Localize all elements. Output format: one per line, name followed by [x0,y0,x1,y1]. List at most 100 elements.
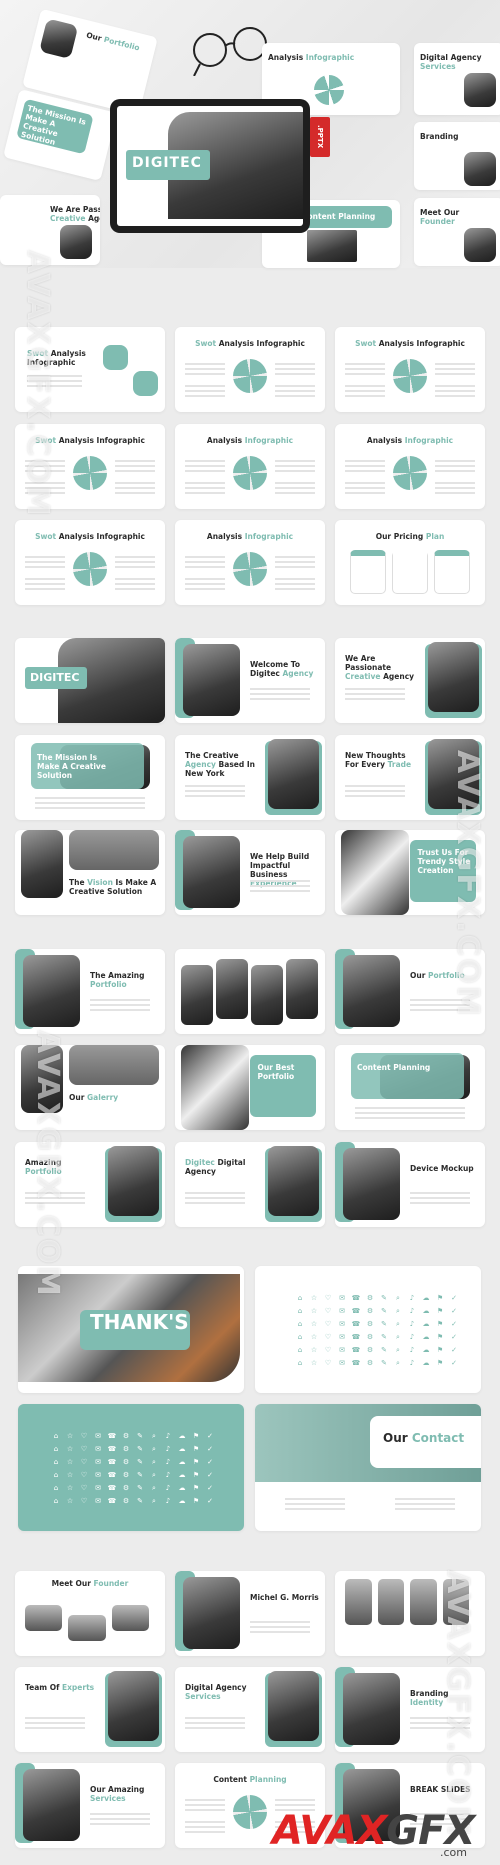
slide-thumbnail[interactable]: ⌂ ☆ ♡ ✉ ☎ ⚙ ✎ ⌕ ♪ ☁ ⚑ ✓ ⌂ ☆ ♡ ✉ ☎ ⚙ ✎ ⌕ ♪ ☁ ⚑ ✓ ⌂ ☆ ♡ ✉ ☎ ⚙ ✎ ⌕ ♪ ☁ ⚑ ✓ ⌂ ☆ ♡ ✉… [255,1266,481,1393]
icon-glyph-icon: ⚑ [436,1320,444,1328]
slide-thumbnail[interactable]: ⌂ ☆ ♡ ✉ ☎ ⚙ ✎ ⌕ ♪ ☁ ⚑ ✓ ⌂ ☆ ♡ ✉ ☎ ⚙ ✎ ⌕ ♪ ☁ ⚑ ✓ ⌂ ☆ ♡ ✉ ☎ ⚙ ✎ ⌕ ♪ ☁ ⚑ ✓ ⌂ ☆ ♡ ✉… [18,1404,244,1531]
icon-glyph-icon: ✎ [381,1359,387,1367]
slide-photo [464,152,496,186]
slide-photo [341,830,409,915]
slide-thumbnail[interactable]: Swot Analysis Infographic [175,327,325,412]
slide-thumbnail[interactable]: Welcome To Digitec Agency [175,638,325,723]
slide-photo [23,1769,80,1841]
title-part: We Help Build Impactful Business [250,852,310,879]
text-placeholder [250,880,310,894]
icon-glyph-icon: ⌂ [53,1445,59,1453]
icon-glyph-icon: ✓ [207,1458,213,1466]
icon-glyph-icon: ⚙ [122,1432,130,1440]
text-placeholder [90,999,150,1013]
slide-thumbnail[interactable]: Analysis Infographic [335,424,485,509]
slide-thumbnail[interactable]: Digital Agency Services [175,1667,325,1752]
slide-thumbnail[interactable]: Meet Our Founder [15,1571,165,1656]
slide-title: Our Contact [383,1431,465,1445]
icon-glyph-icon: ✉ [339,1320,345,1328]
icon-glyph-icon: ♡ [324,1294,332,1302]
title-part: Trade [387,760,412,769]
slide-thumbnail[interactable]: We Are Passionate Creative Agency [335,638,485,723]
slide-title: Swot Analysis Infographic [175,339,325,348]
slide-thumbnail[interactable]: The Mission Is Make A Creative Solution [15,735,165,820]
slide-title: THANK'S [90,1312,189,1332]
slide-thumbnail[interactable]: We Help Build Impactful Business Experie… [175,830,325,915]
icon-glyph-icon: ♪ [165,1471,171,1479]
title-part: Portfolio [102,34,141,53]
icon-glyph-icon: ☁ [178,1497,186,1505]
slide-thumbnail[interactable]: Analysis Infographic [175,424,325,509]
title-part: Services [90,1794,126,1803]
icon-glyph-icon: ♡ [80,1497,88,1505]
infographic-ring [233,359,267,393]
hero-side-slide: Meet Our Founder [414,198,500,266]
slide-thumbnail[interactable]: Our Pricing Plan [335,520,485,605]
slide-photo [183,836,240,908]
icon-glyph-icon: ⌂ [297,1346,303,1354]
slide-photo [39,18,79,60]
title-part: Device Mockup [410,1164,474,1173]
slide-title: Digitec Digital Agency [185,1158,260,1176]
title-part: Our Best Portfolio [257,1063,295,1081]
slide-thumbnail[interactable]: The Vision Is Make A Creative Solution [15,830,165,915]
icon-glyph-icon: ♡ [324,1359,332,1367]
slide-thumbnail[interactable]: Our Best Portfolio [175,1045,325,1130]
slide-thumbnail[interactable]: Device Mockup [335,1142,485,1227]
icon-glyph-icon: ✎ [381,1346,387,1354]
slide-thumbnail[interactable] [175,949,325,1034]
title-part: Content Planning [302,212,376,221]
title-part: Our [69,1093,88,1102]
title-part: Vision [87,878,116,887]
slide-title: Our Galerry [69,1093,159,1102]
icon-glyph-icon: ♪ [409,1359,415,1367]
icon-glyph-icon: ☎ [107,1471,117,1479]
slide-thumbnail[interactable]: Team Of Experts [15,1667,165,1752]
icon-glyph-icon: ☁ [178,1484,186,1492]
icon-grid: ⌂ ☆ ♡ ✉ ☎ ⚙ ✎ ⌕ ♪ ☁ ⚑ ✓ ⌂ ☆ ♡ ✉ ☎ ⚙ ✎ ⌕ ♪ ☁ ⚑ ✓ ⌂ ☆ ♡ ✉ ☎ ⚙ ✎ ⌕ ♪ ☁ ⚑ ✓ ⌂ ☆ ♡ ✉… [295,1294,459,1368]
title-part: Founder [420,217,455,226]
slide-photo [268,739,319,809]
text-placeholder [345,482,385,496]
icon-glyph-icon: ✓ [207,1432,213,1440]
slide-title: Analysis Infographic [268,53,386,62]
slide-thumbnail[interactable]: Michel G. Morris [175,1571,325,1656]
icon-glyph-icon: ✓ [207,1497,213,1505]
title-part: Branding [420,132,459,141]
icon-glyph-icon: ⌂ [297,1359,303,1367]
icon-glyph-icon: ✓ [451,1333,457,1341]
hero-side-slide: Branding [414,122,500,190]
slide-title: The Vision Is Make A Creative Solution [69,878,159,896]
icon-glyph-icon: ✓ [451,1294,457,1302]
slide-thumbnail[interactable]: Analysis Infographic [175,520,325,605]
icon-glyph-icon: ✉ [339,1346,345,1354]
icon-glyph-icon: ☆ [66,1471,74,1479]
icon-glyph-icon: ⚙ [366,1346,374,1354]
icon-glyph-icon: ⌂ [53,1484,59,1492]
slide-thumbnail[interactable]: Our Contact [255,1404,481,1531]
title-part: Our [410,971,429,980]
slide-thumbnail[interactable]: The Amazing Portfolio [15,949,165,1034]
icon-glyph-icon: ⌕ [152,1458,156,1466]
slide-thumbnail[interactable]: The Creative Agency Based In New York [175,735,325,820]
slide-thumbnail[interactable]: Swot Analysis Infographic [335,327,485,412]
slide-title: Device Mockup [410,1164,482,1173]
icon-glyph-icon: ⚑ [192,1497,200,1505]
icon-glyph-icon: ⌕ [396,1320,400,1328]
slide-thumbnail[interactable]: Swot Analysis Infographic [15,520,165,605]
slide-photo [343,1148,400,1220]
title-part: Contact [411,1431,465,1445]
icon-glyph-icon: ✓ [207,1445,213,1453]
icon-glyph-icon: ✎ [137,1445,143,1453]
title-part: Our Pricing [375,532,426,541]
slide-thumbnail[interactable]: Our Amazing Services [15,1763,165,1848]
slide-thumbnail[interactable]: Digitec Digital Agency [175,1142,325,1227]
watermark-text: AVAXGFX.COM [20,250,55,518]
slide-photo [183,644,240,716]
slide-photo [343,1673,400,1745]
text-placeholder [275,482,315,496]
slide-thumbnail[interactable]: Content Planning [335,1045,485,1130]
text-placeholder [25,1717,85,1731]
slide-thumbnail[interactable]: DIGITEC [15,638,165,723]
icon-glyph-icon: ♪ [409,1294,415,1302]
